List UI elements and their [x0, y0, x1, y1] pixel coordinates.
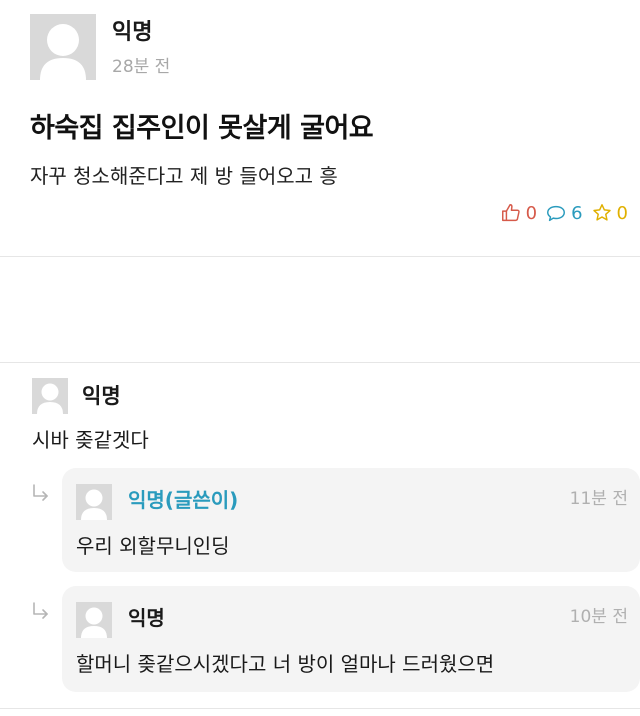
avatar-silhouette-icon	[81, 489, 107, 520]
post-body: 자꾸 청소해준다고 제 방 들어오고 흥	[30, 164, 338, 188]
comment-button[interactable]: 6	[545, 202, 583, 224]
comment-bubble-icon	[547, 205, 566, 222]
reply-timestamp: 10분 전	[569, 607, 628, 627]
post-author-avatar	[30, 14, 96, 80]
avatar-silhouette-icon	[37, 383, 63, 414]
like-count: 0	[525, 202, 538, 224]
reply-item: 익명(글쓴이) 11분 전 우리 외할무니인딩	[62, 468, 640, 572]
comment-body: 시바 좆같겟다	[32, 428, 149, 452]
post-title: 하숙집 집주인이 못살게 굴어요	[30, 113, 374, 144]
reply-author-avatar	[76, 484, 112, 520]
reply-author-writer[interactable]: 익명(글쓴이)	[128, 484, 238, 513]
post-author[interactable]: 익명	[112, 14, 152, 46]
reply-body: 우리 외할무니인딩	[76, 534, 230, 558]
bottom-divider	[0, 708, 640, 709]
scrap-button[interactable]: 0	[591, 202, 628, 224]
comment-author[interactable]: 익명	[82, 380, 121, 410]
post-stats: 0 6 0	[500, 202, 628, 224]
post-divider	[0, 256, 640, 257]
avatar-silhouette-icon	[81, 607, 107, 638]
reply-timestamp: 11분 전	[569, 489, 628, 509]
reply-item: 익명 10분 전 할머니 좆같으시겠다고 너 방이 얼마나 드러웠으면	[62, 586, 640, 692]
avatar-silhouette-icon	[40, 24, 86, 80]
comment-author-avatar	[32, 378, 68, 414]
like-button[interactable]: 0	[500, 202, 537, 224]
reply-body: 할머니 좆같으시겠다고 너 방이 얼마나 드러웠으면	[76, 652, 495, 676]
comment-count: 6	[571, 202, 583, 224]
reply-author[interactable]: 익명	[128, 602, 165, 631]
reply-arrow-icon	[33, 484, 48, 501]
post-timestamp: 28분 전	[112, 57, 171, 77]
scrap-count: 0	[616, 202, 628, 224]
comments-divider	[0, 362, 640, 363]
thumbs-up-icon	[501, 204, 520, 222]
reply-author-avatar	[76, 602, 112, 638]
reply-arrow-icon	[33, 602, 48, 619]
star-icon	[592, 204, 611, 221]
